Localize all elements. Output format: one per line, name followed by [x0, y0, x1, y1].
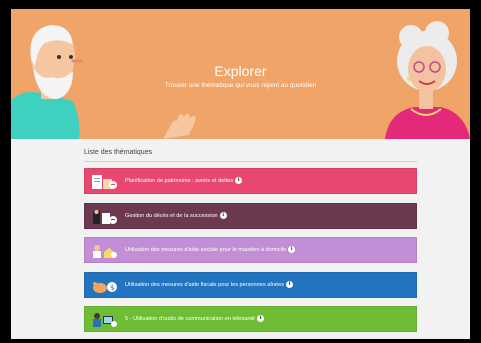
svg-text:$: $	[110, 284, 114, 292]
theme-card-patrimoine[interactable]: Planification de patrimoine : avoirs et …	[84, 168, 417, 194]
waving-hand-illustration	[163, 113, 196, 139]
info-icon[interactable]: i	[235, 177, 243, 184]
page-subtitle: Trouver une thématique qui vous rejoint …	[164, 82, 317, 89]
divider	[84, 161, 417, 162]
theme-card-label: Gestion du décès et de la succession i	[125, 212, 227, 219]
theme-card-aide-fiscale[interactable]: $ Utilisation des mesures d'aide fiscale…	[84, 272, 417, 298]
theme-card-label: 5 - Utilisation d'outils de communicatio…	[125, 315, 265, 322]
themes-list-title: Liste des thématiques	[84, 149, 153, 156]
theme-card-label: Utilisation des mesures d'aide fiscale p…	[125, 281, 294, 288]
info-icon[interactable]: i	[257, 315, 265, 322]
info-icon[interactable]: i	[288, 246, 296, 253]
theme-card-label: Utilisation des mesures d'aide sociale p…	[125, 246, 296, 253]
page-title: Explorer	[214, 63, 267, 79]
patrimoine-icon	[92, 175, 117, 189]
info-icon[interactable]: i	[286, 281, 294, 288]
explorer-banner: Explorer Trouver une thématique qui vous…	[11, 9, 470, 139]
info-icon[interactable]: i	[219, 212, 227, 219]
aide-fiscale-icon: $	[93, 282, 117, 293]
theme-card-aide-sociale[interactable]: Utilisation des mesures d'aide sociale p…	[84, 237, 417, 263]
succession-icon	[93, 210, 117, 224]
app-frame: Explorer Trouver une thématique qui vous…	[11, 9, 470, 339]
telesante-icon	[93, 313, 117, 327]
theme-card-label: Planification de patrimoine : avoirs et …	[125, 177, 243, 184]
theme-card-succession[interactable]: Gestion du décès et de la succession i	[84, 203, 417, 229]
theme-card-telesante[interactable]: 5 - Utilisation d'outils de communicatio…	[84, 306, 417, 332]
aide-sociale-icon	[93, 245, 117, 258]
